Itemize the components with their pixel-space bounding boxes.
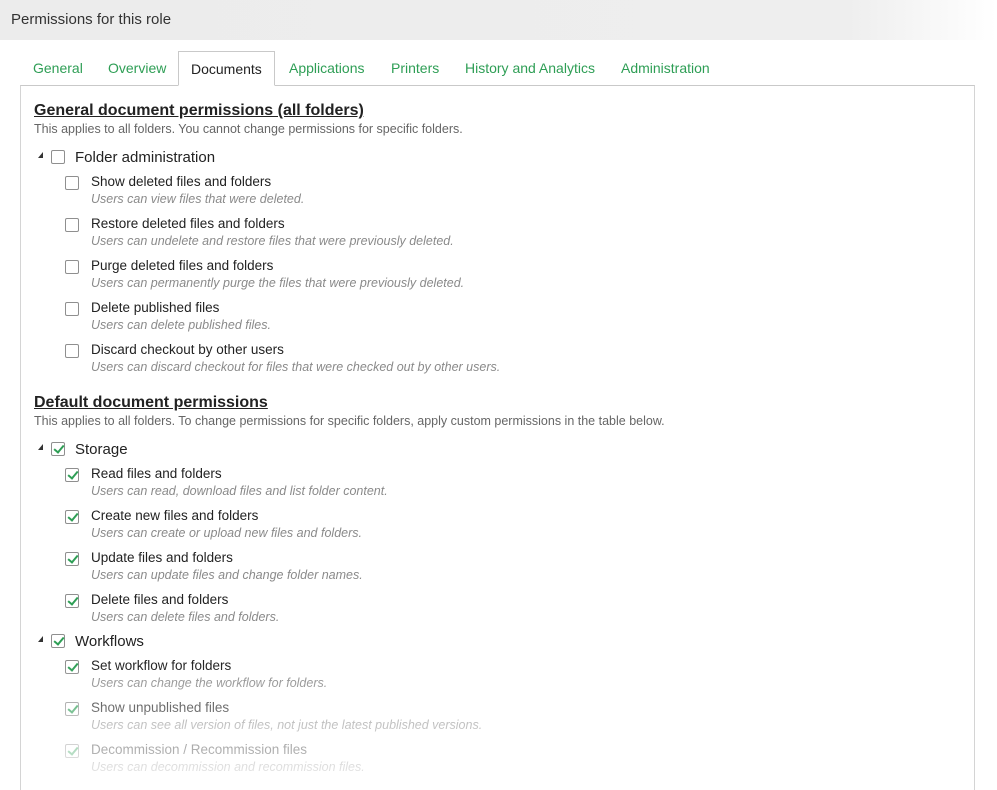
show-deleted-checkbox[interactable] bbox=[65, 176, 79, 190]
storage-checkbox[interactable] bbox=[51, 442, 65, 456]
permission-label: Update files and folders bbox=[91, 550, 233, 565]
discard-checkout-checkbox[interactable] bbox=[65, 344, 79, 358]
permission-description: Users can decommission and recommission … bbox=[91, 760, 365, 774]
restore-deleted-checkbox[interactable] bbox=[65, 218, 79, 232]
permission-description: Users can update files and change folder… bbox=[91, 568, 363, 582]
permission-description: Users can undelete and restore files tha… bbox=[91, 234, 454, 248]
permission-label: Delete published files bbox=[91, 300, 220, 315]
permission-description: Users can change the workflow for folder… bbox=[91, 676, 328, 690]
permission-description: Users can read, download files and list … bbox=[91, 484, 388, 498]
permission-description: Users can see all version of files, not … bbox=[91, 718, 483, 732]
section-subtitle-default-permissions: This applies to all folders. To change p… bbox=[34, 414, 665, 428]
permission-label: Show unpublished files bbox=[91, 700, 230, 715]
folder-administration-checkbox[interactable] bbox=[51, 150, 65, 164]
permission-description: Users can view files that were deleted. bbox=[91, 192, 305, 206]
tab-printers[interactable]: Printers bbox=[391, 51, 439, 86]
section-subtitle-general-permissions: This applies to all folders. You cannot … bbox=[34, 122, 463, 136]
permission-label: Decommission / Recommission files bbox=[91, 742, 308, 757]
update-files-checkbox[interactable] bbox=[65, 552, 79, 566]
workflows-checkbox[interactable] bbox=[51, 634, 65, 648]
permission-label: Discard checkout by other users bbox=[91, 342, 284, 357]
permission-label: Delete files and folders bbox=[91, 592, 229, 607]
tab-documents[interactable]: Documents bbox=[178, 51, 275, 86]
permission-description: Users can delete published files. bbox=[91, 318, 271, 332]
permission-description: Users can permanently purge the files th… bbox=[91, 276, 465, 290]
purge-deleted-checkbox[interactable] bbox=[65, 260, 79, 274]
permission-label: Show deleted files and folders bbox=[91, 174, 272, 189]
documents-panel: General document permissions (all folder… bbox=[20, 85, 975, 790]
delete-published-checkbox[interactable] bbox=[65, 302, 79, 316]
show-unpublished-checkbox[interactable] bbox=[65, 702, 79, 716]
window-title: Permissions for this role bbox=[11, 11, 172, 28]
permission-description: Users can delete files and folders. bbox=[91, 610, 280, 624]
permission-label: Create new files and folders bbox=[91, 508, 259, 523]
group-label: Storage bbox=[75, 441, 128, 458]
permission-description: Users can create or upload new files and… bbox=[91, 526, 362, 540]
tab-general[interactable]: General bbox=[33, 51, 83, 86]
permission-label: Read files and folders bbox=[91, 466, 222, 481]
decommission-checkbox[interactable] bbox=[65, 744, 79, 758]
tab-administration[interactable]: Administration bbox=[621, 51, 710, 86]
set-workflow-checkbox[interactable] bbox=[65, 660, 79, 674]
tab-applications[interactable]: Applications bbox=[289, 51, 365, 86]
collapse-caret-icon[interactable] bbox=[38, 152, 43, 158]
tab-history-and-analytics[interactable]: History and Analytics bbox=[465, 51, 595, 86]
group-label: Workflows bbox=[75, 633, 144, 650]
permission-description: Users can discard checkout for files tha… bbox=[91, 360, 501, 374]
group-label: Folder administration bbox=[75, 149, 216, 166]
section-title-default-permissions: Default document permissions bbox=[34, 394, 268, 411]
section-title-general-permissions: General document permissions (all folder… bbox=[34, 102, 364, 119]
delete-files-checkbox[interactable] bbox=[65, 594, 79, 608]
permission-label: Set workflow for folders bbox=[91, 658, 232, 673]
collapse-caret-icon[interactable] bbox=[38, 444, 43, 450]
create-files-checkbox[interactable] bbox=[65, 510, 79, 524]
permission-label: Restore deleted files and folders bbox=[91, 216, 285, 231]
tab-bar: General Overview Documents Applications … bbox=[20, 51, 975, 86]
window-titlebar: Permissions for this role bbox=[0, 0, 997, 40]
tab-overview[interactable]: Overview bbox=[108, 51, 166, 86]
collapse-caret-icon[interactable] bbox=[38, 636, 43, 642]
read-files-checkbox[interactable] bbox=[65, 468, 79, 482]
permission-label: Purge deleted files and folders bbox=[91, 258, 274, 273]
